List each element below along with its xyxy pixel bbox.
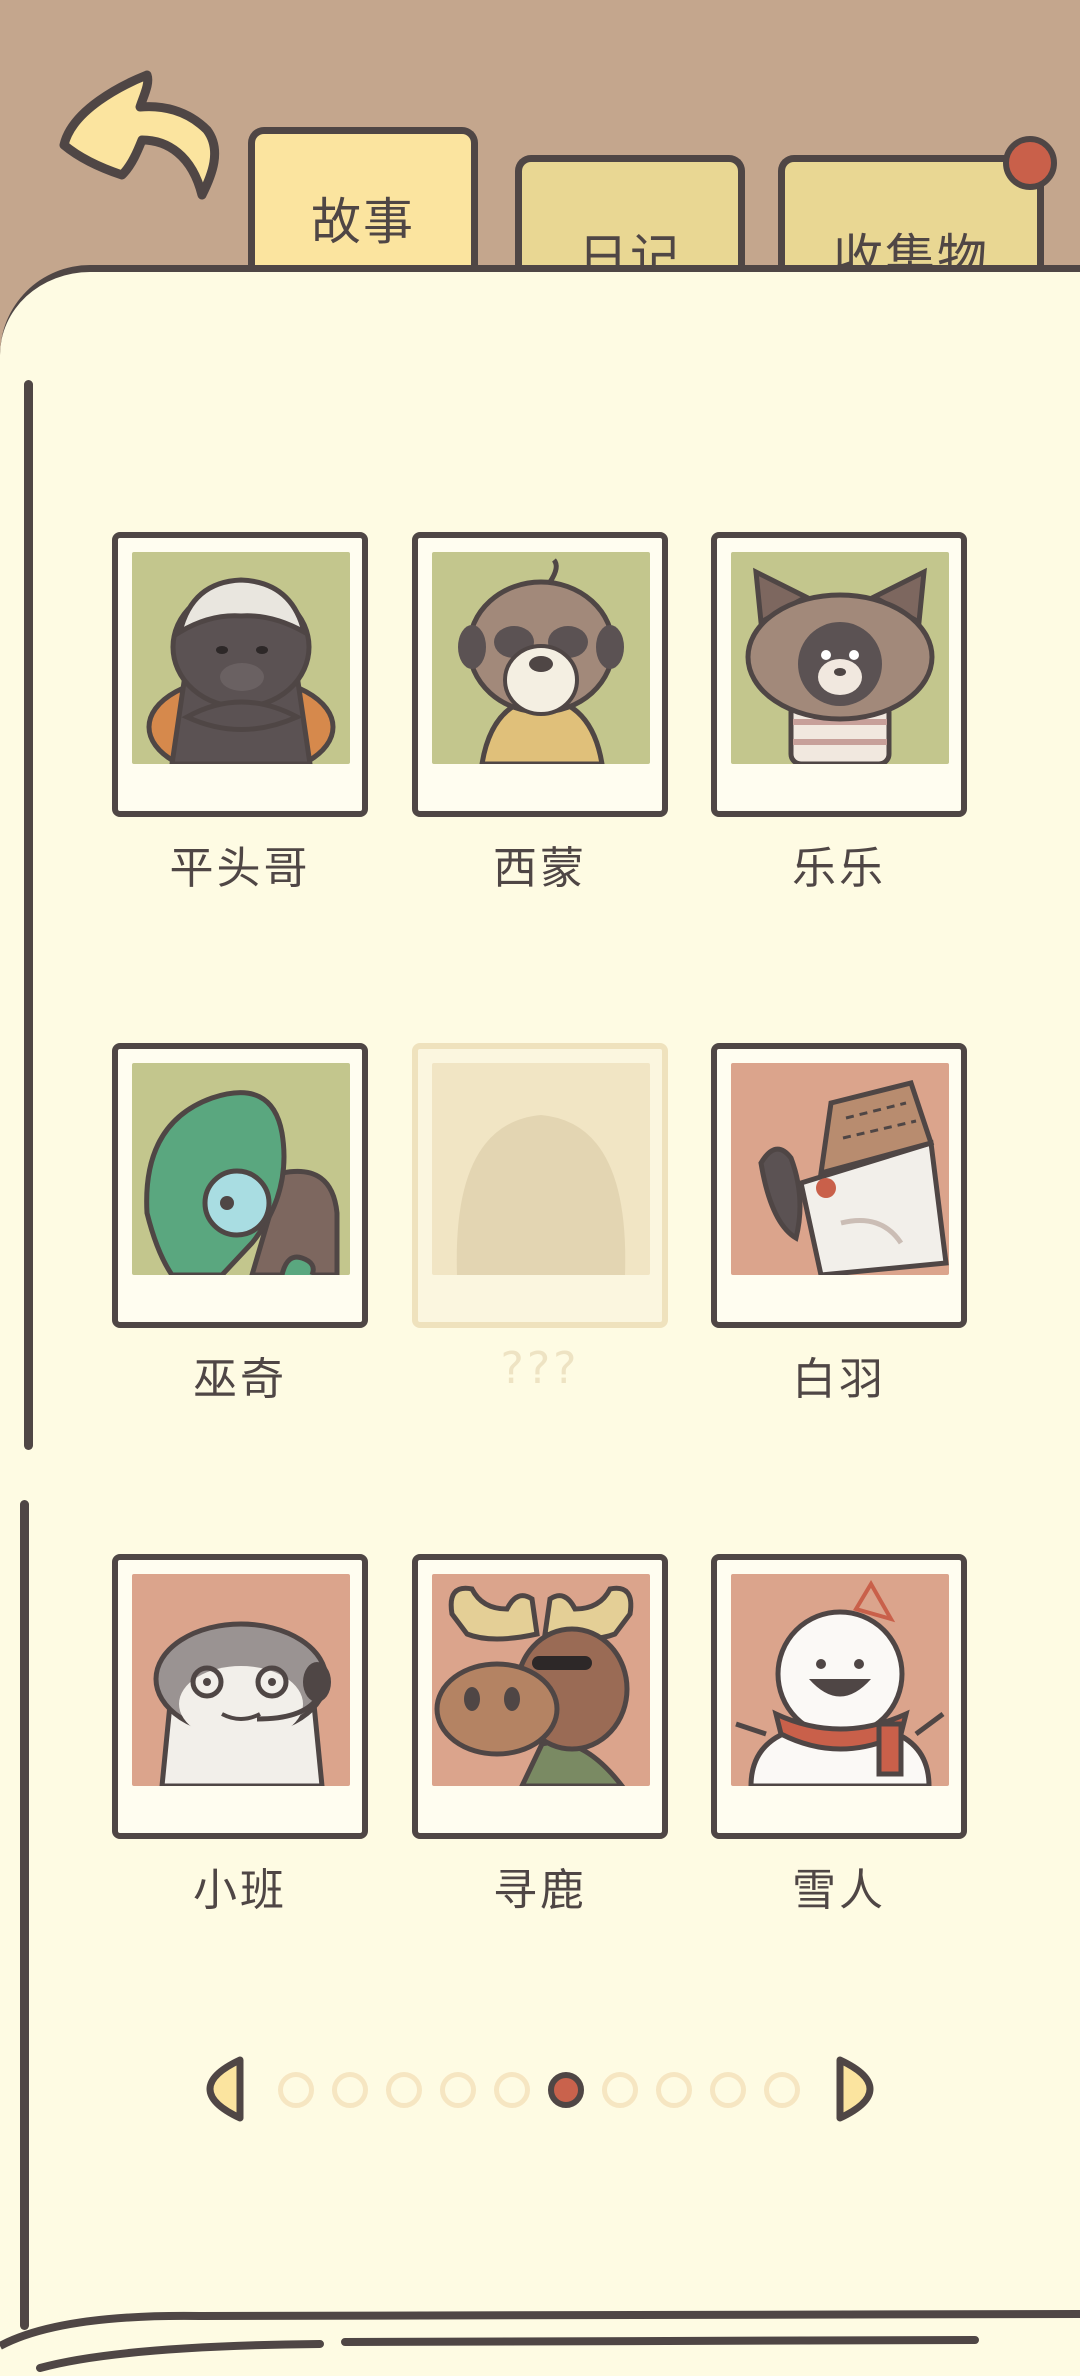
page-dot-8[interactable] [656,2072,692,2108]
character-name: 白羽 [792,1354,886,1405]
character-card-meerkat[interactable] [412,532,668,817]
tab-story[interactable]: 故事 [248,127,478,272]
page-dot-9[interactable] [710,2072,746,2108]
tab-diary[interactable]: 日记 [515,155,745,287]
page-dot-3[interactable] [386,2072,422,2108]
page-dot-6[interactable] [548,2072,584,2108]
chameleon-icon [132,1063,350,1275]
character-card-locked [412,1043,668,1328]
character-name: 寻鹿 [493,1865,587,1916]
character-name: 西蒙 [493,843,587,894]
character-name: 雪人 [792,1865,886,1916]
next-page-button[interactable] [832,2054,876,2124]
silhouette-icon [432,1063,650,1275]
back-arrow-button[interactable] [52,55,238,225]
character-card-raccoon-dog[interactable] [711,532,967,817]
otter-with-headset-icon [132,1574,350,1786]
page-dot-4[interactable] [440,2072,476,2108]
page-dot-10[interactable] [764,2072,800,2108]
character-card-honey-badger[interactable] [112,532,368,817]
page-dot-2[interactable] [332,2072,368,2108]
character-name: 乐乐 [792,843,886,894]
character-card-bird[interactable] [711,1043,967,1328]
tab-story-label: 故事 [311,193,415,251]
character-card-chameleon[interactable] [112,1043,368,1328]
prev-page-button[interactable] [204,2054,248,2124]
meerkat-icon [432,552,650,764]
character-name: 小班 [193,1865,287,1916]
character-name: ??? [500,1343,580,1394]
page-edge-line [20,1500,29,2330]
honey-badger-icon [132,552,350,764]
bird-with-box-icon [731,1063,949,1275]
notification-dot [1003,136,1057,190]
snowman-icon [731,1574,949,1786]
character-card-otter[interactable] [112,1554,368,1839]
character-name: 巫奇 [193,1354,287,1405]
book-bottom-edge [0,2310,1080,2372]
page-edge-line [24,380,33,1450]
character-name: 平头哥 [169,843,311,894]
raccoon-dog-icon [731,552,949,764]
page-dot-5[interactable] [494,2072,530,2108]
character-card-snowman[interactable] [711,1554,967,1839]
page-dot-7[interactable] [602,2072,638,2108]
moose-icon [432,1574,650,1786]
page-dot-1[interactable] [278,2072,314,2108]
character-card-moose[interactable] [412,1554,668,1839]
